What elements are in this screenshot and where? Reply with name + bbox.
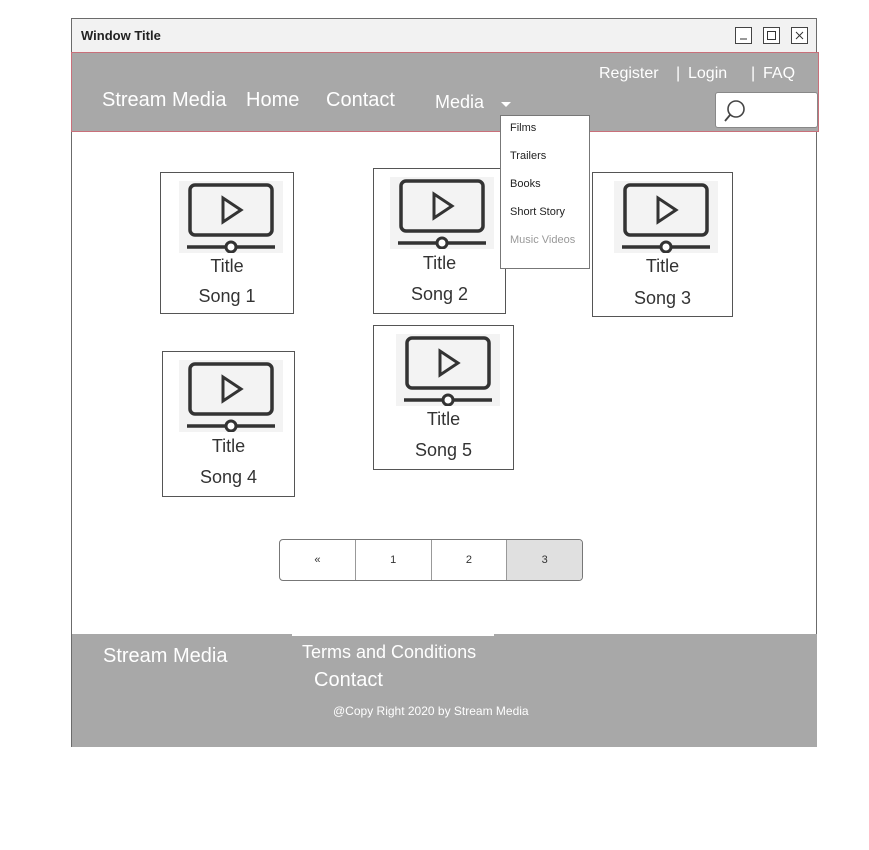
faq-link[interactable]: FAQ <box>763 65 795 83</box>
card-song: Song 4 <box>199 467 258 487</box>
close-button[interactable] <box>791 27 808 44</box>
video-player-icon <box>396 334 500 406</box>
card-title: Title <box>426 409 461 429</box>
media-card[interactable]: Title Song 4 <box>162 351 295 497</box>
pagination-page-3[interactable]: 3 <box>507 540 582 580</box>
menu-item-short-story[interactable]: Short Story <box>510 206 565 218</box>
separator: | <box>676 65 681 82</box>
app-window: Window Title Stream Media Home Contact M… <box>71 18 819 747</box>
navbar: Stream Media Home Contact Media Register… <box>71 52 819 132</box>
separator: | <box>751 65 756 82</box>
pagination: « 1 2 3 <box>279 539 583 581</box>
media-dropdown-menu: Films Trailers Books Short Story Music V… <box>500 115 590 269</box>
footer: Stream Media Terms and Conditions Contac… <box>72 634 817 747</box>
video-player-icon <box>390 177 494 249</box>
maximize-icon <box>767 31 776 40</box>
card-title: Title <box>211 436 246 456</box>
footer-contact-link[interactable]: Contact <box>314 669 383 692</box>
chevron-down-icon[interactable] <box>501 102 511 107</box>
card-title: Title <box>645 256 680 276</box>
footer-divider <box>292 634 494 636</box>
nav-home[interactable]: Home <box>246 89 299 112</box>
card-title: Title <box>210 256 244 276</box>
maximize-button[interactable] <box>763 27 780 44</box>
media-card[interactable]: Title Song 2 <box>373 168 506 314</box>
login-link[interactable]: Login <box>688 65 727 83</box>
menu-item-films[interactable]: Films <box>510 122 536 134</box>
footer-brand[interactable]: Stream Media <box>103 645 228 668</box>
close-icon <box>795 31 804 40</box>
media-card[interactable]: Title Song 3 <box>592 172 733 317</box>
card-song: Song 1 <box>198 286 256 306</box>
video-player-icon <box>179 360 283 432</box>
search-icon <box>724 100 745 122</box>
brand-link[interactable]: Stream Media <box>102 89 227 112</box>
nav-contact[interactable]: Contact <box>326 89 395 112</box>
window-title: Window Title <box>81 28 161 43</box>
minimize-icon <box>740 38 747 40</box>
register-link[interactable]: Register <box>599 65 659 83</box>
pagination-page-1[interactable]: 1 <box>356 540 432 580</box>
card-song: Song 3 <box>633 288 692 308</box>
minimize-button[interactable] <box>735 27 752 44</box>
nav-media[interactable]: Media <box>435 92 484 113</box>
title-bar: Window Title <box>72 19 816 53</box>
pagination-page-2[interactable]: 2 <box>432 540 508 580</box>
card-song: Song 2 <box>410 284 469 304</box>
copyright-text: @Copy Right 2020 by Stream Media <box>333 704 529 718</box>
card-song: Song 5 <box>414 440 473 460</box>
menu-item-books[interactable]: Books <box>510 178 541 190</box>
card-title: Title <box>422 253 457 273</box>
pagination-prev-button[interactable]: « <box>280 540 356 580</box>
search-input[interactable] <box>715 92 818 128</box>
menu-item-trailers[interactable]: Trailers <box>510 150 546 162</box>
video-player-icon <box>179 181 283 253</box>
media-card[interactable]: Title Song 5 <box>373 325 514 470</box>
media-card[interactable]: Title Song 1 <box>160 172 294 314</box>
video-player-icon <box>614 181 718 253</box>
menu-item-music-videos: Music Videos <box>510 234 576 246</box>
footer-terms-link[interactable]: Terms and Conditions <box>302 642 476 663</box>
